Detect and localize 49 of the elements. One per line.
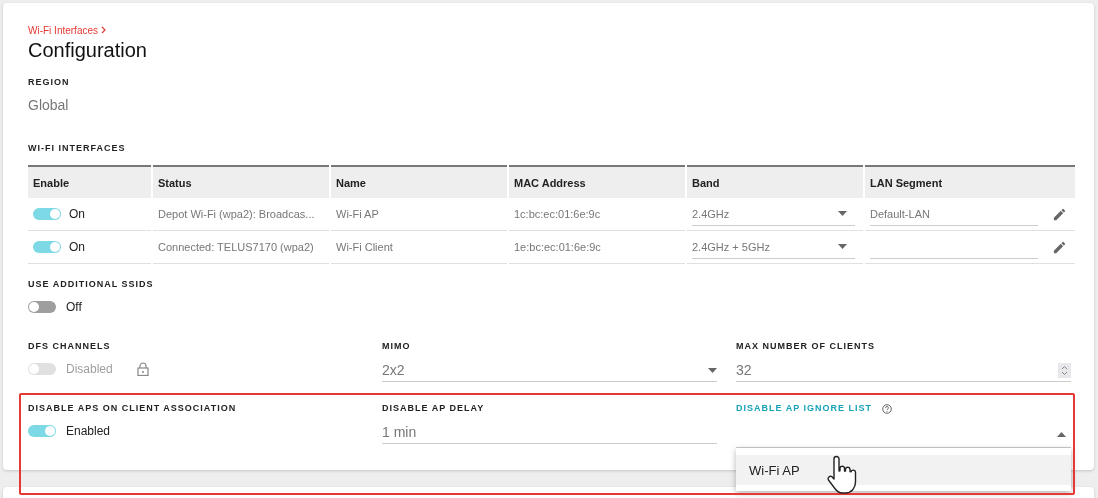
toggle-switch[interactable] bbox=[28, 425, 56, 437]
stepper-icon[interactable] bbox=[1058, 362, 1071, 378]
caret-icon bbox=[708, 367, 717, 373]
field-label: MAX NUMBER OF CLIENTS bbox=[736, 341, 876, 353]
breadcrumb-link[interactable]: Wi-Fi Interfaces bbox=[28, 24, 98, 36]
page-title: Configuration bbox=[28, 39, 148, 63]
column-header: LAN Segment bbox=[865, 165, 1075, 198]
mimo-select[interactable]: 2x2 bbox=[382, 359, 717, 382]
column-header: Name bbox=[331, 165, 507, 198]
help-icon[interactable] bbox=[882, 404, 892, 414]
delay-field[interactable]: 1 min bbox=[382, 421, 717, 444]
toggle-label: On bbox=[69, 207, 85, 221]
band-select[interactable]: 2.4GHz + 5GHz bbox=[692, 235, 855, 259]
toggle-switch[interactable] bbox=[28, 301, 56, 313]
column-header: Enable bbox=[28, 165, 151, 198]
pencil-icon[interactable] bbox=[1052, 206, 1067, 222]
toggle-label: Off bbox=[66, 300, 82, 314]
field-label: DISABLE AP IGNORE LIST bbox=[736, 403, 872, 415]
table-cell: Depot Wi-Fi (wpa2): Broadcas... bbox=[153, 198, 329, 231]
field-label: MIMO bbox=[382, 341, 412, 353]
column-header: Status bbox=[153, 165, 329, 198]
toggle-switch[interactable] bbox=[33, 241, 61, 253]
caret-icon bbox=[838, 211, 847, 216]
field-label: DFS CHANNELS bbox=[28, 341, 112, 353]
band-select[interactable]: 2.4GHz bbox=[692, 202, 855, 226]
chevron-right-icon bbox=[101, 26, 106, 34]
table-cell: Wi-Fi Client bbox=[331, 231, 507, 264]
lan-segment-field[interactable]: Default-LAN bbox=[870, 202, 1038, 226]
caret-icon bbox=[1057, 431, 1066, 437]
table-cell: 1e:bc:ec:01:6e:9c bbox=[509, 231, 685, 264]
field-label: REGION bbox=[28, 77, 71, 89]
toggle-label: Disabled bbox=[66, 362, 113, 376]
field-label: DISABLE AP DELAY bbox=[382, 403, 486, 415]
section-label: WI-FI INTERFACES bbox=[28, 143, 127, 155]
column-header: MAC Address bbox=[509, 165, 685, 198]
pencil-icon[interactable] bbox=[1052, 239, 1067, 255]
field-label: USE ADDITIONAL SSIDS bbox=[28, 279, 155, 291]
region-value: Global bbox=[28, 97, 70, 113]
table-cell: Connected: TELUS7170 (wpa2) bbox=[153, 231, 329, 264]
menu-option[interactable]: Wi-Fi AP bbox=[736, 455, 1071, 485]
max-clients-field[interactable]: 32 bbox=[736, 359, 1071, 382]
toggle-label: Enabled bbox=[66, 424, 111, 438]
table-cell: 1c:bc:ec:01:6e:9c bbox=[509, 198, 685, 231]
toggle-switch[interactable] bbox=[33, 208, 61, 220]
toggle-label: On bbox=[69, 240, 85, 254]
caret-icon bbox=[838, 244, 847, 249]
column-header: Band bbox=[687, 165, 863, 198]
table-cell: Wi-Fi AP bbox=[331, 198, 507, 231]
field-label: DISABLE APS ON CLIENT ASSOCIATION bbox=[28, 403, 238, 415]
